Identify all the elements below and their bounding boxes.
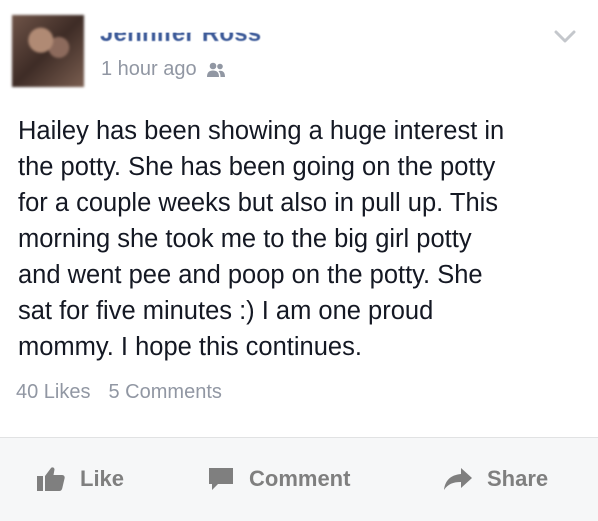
thumbs-up-icon — [36, 466, 66, 492]
action-bar: Like Comment Share — [0, 438, 598, 521]
post-stats: 40 Likes 5 Comments — [16, 381, 222, 404]
post-text: Hailey has been showing a huge interest … — [18, 117, 505, 361]
facebook-post: Jennifer Ross 1 hour ago Hailey has been… — [0, 0, 598, 521]
like-button[interactable]: Like — [36, 466, 124, 492]
share-button[interactable]: Share — [443, 466, 548, 492]
comment-bubble-icon — [207, 466, 235, 492]
post-meta: 1 hour ago — [101, 58, 227, 81]
author-avatar[interactable] — [12, 15, 84, 87]
author-name[interactable]: Jennifer Ross — [100, 33, 261, 48]
comments-count[interactable]: 5 Comments — [109, 381, 222, 404]
like-label: Like — [80, 466, 125, 491]
comment-button[interactable]: Comment — [207, 466, 350, 492]
chevron-down-icon[interactable] — [554, 30, 576, 44]
comment-label: Comment — [249, 466, 351, 491]
post-timestamp[interactable]: 1 hour ago — [101, 58, 197, 81]
share-arrow-icon — [443, 467, 473, 491]
likes-count[interactable]: 40 Likes — [16, 381, 91, 404]
share-label: Share — [487, 466, 549, 491]
friends-icon[interactable] — [205, 61, 227, 79]
